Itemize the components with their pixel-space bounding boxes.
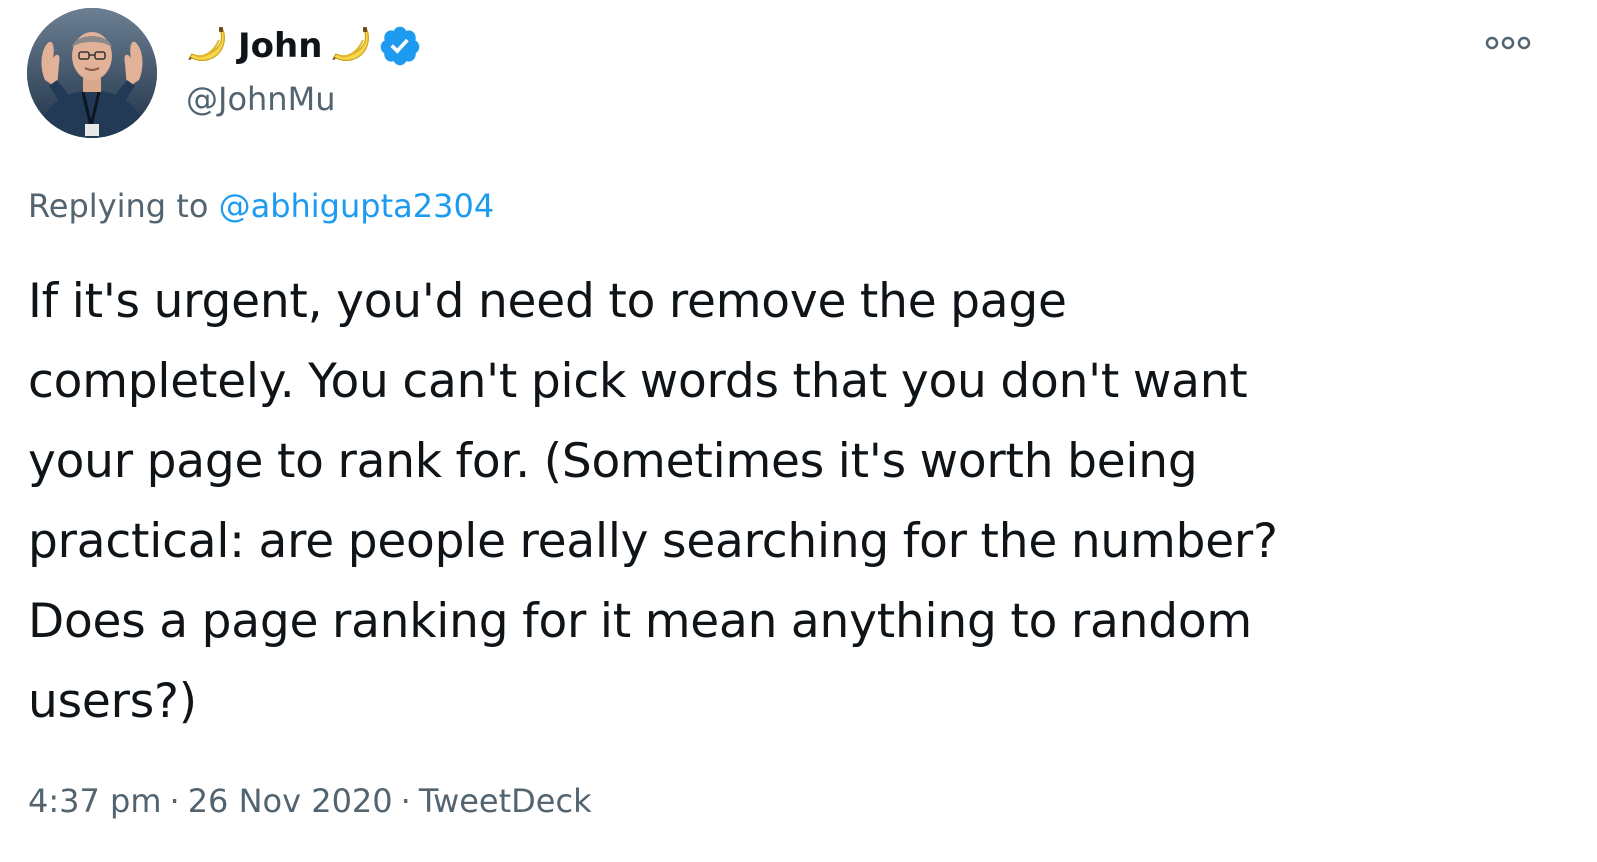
more-icon: [1485, 36, 1531, 50]
tweet-line: completely. You can't pick words that yo…: [28, 354, 1248, 409]
tweet-line: your page to rank for. (Sometimes it's w…: [28, 434, 1198, 489]
tweet-line: users?): [28, 674, 197, 729]
replying-to-label: Replying to: [28, 187, 209, 225]
banana-icon: [186, 24, 230, 68]
replying-to: Replying to @abhigupta2304: [28, 183, 494, 229]
reply-mention-link[interactable]: @abhigupta2304: [219, 187, 495, 225]
tweet-time-link[interactable]: 4:37 pm: [28, 782, 162, 820]
tweet-card: John @JohnMu Replying to @abhigupta2304 …: [0, 0, 1597, 862]
tweet-line: practical: are people really searching f…: [28, 514, 1278, 569]
tweet-text: If it's urgent, you'd need to remove the…: [28, 262, 1558, 742]
meta-separator: ·: [169, 782, 180, 820]
tweet-line: If it's urgent, you'd need to remove the…: [28, 274, 1067, 329]
tweet-source-link[interactable]: TweetDeck: [419, 782, 592, 820]
verified-badge-icon: [378, 24, 422, 68]
avatar-photo: [27, 8, 157, 138]
tweet-line: Does a page ranking for it mean anything…: [28, 594, 1252, 649]
author-display-name[interactable]: John: [238, 22, 322, 70]
tweet-meta: 4:37 pm · 26 Nov 2020 · TweetDeck: [28, 776, 592, 826]
banana-icon: [330, 24, 374, 68]
more-options-button[interactable]: [1480, 28, 1536, 58]
author-handle[interactable]: @JohnMu: [186, 78, 335, 120]
meta-separator: ·: [400, 782, 411, 820]
tweet-date-link[interactable]: 26 Nov 2020: [188, 782, 393, 820]
author-name-row[interactable]: John: [186, 22, 422, 70]
avatar[interactable]: [27, 8, 157, 138]
